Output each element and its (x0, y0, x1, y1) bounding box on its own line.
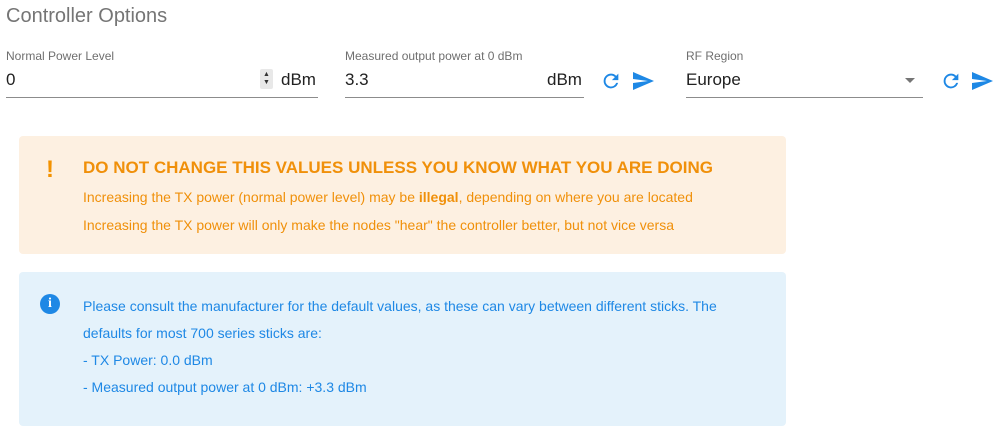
rf-region-underline (686, 97, 923, 98)
rf-region-value[interactable]: Europe (686, 70, 741, 90)
warning-line-1: Increasing the TX power (normal power le… (83, 189, 693, 205)
info-icon: i (40, 294, 60, 314)
info-alert: i Please consult the manufacturer for th… (19, 272, 786, 426)
warning-illegal-text: illegal (418, 189, 459, 205)
info-line-2: defaults for most 700 series sticks are: (83, 325, 322, 341)
warning-line-1-start: Increasing the TX power (normal power le… (83, 189, 419, 205)
rf-region-select[interactable]: RF Region Europe (686, 49, 923, 99)
normal-power-stepper[interactable]: ▲ ▼ (260, 69, 273, 89)
measured-power-label: Measured output power at 0 dBm (345, 49, 523, 63)
refresh-icon[interactable] (940, 70, 962, 92)
send-icon[interactable] (629, 69, 657, 93)
warning-line-1-end: , depending on where you are located (458, 189, 693, 205)
stepper-down-icon[interactable]: ▼ (263, 79, 270, 87)
measured-power-unit: dBm (547, 70, 582, 89)
normal-power-field[interactable]: Normal Power Level 0 ▲ ▼ dBm (6, 49, 318, 99)
measured-power-field[interactable]: Measured output power at 0 dBm 3.3 dBm (345, 49, 584, 99)
measured-power-underline (345, 97, 584, 98)
dropdown-arrow-icon[interactable] (905, 78, 915, 83)
warning-title: DO NOT CHANGE THIS VALUES UNLESS YOU KNO… (83, 158, 713, 177)
normal-power-label: Normal Power Level (6, 49, 115, 63)
normal-power-unit: dBm (281, 70, 316, 89)
refresh-icon[interactable] (600, 70, 622, 92)
stepper-up-icon[interactable]: ▲ (263, 71, 270, 79)
warning-line-2: Increasing the TX power will only make t… (83, 217, 674, 233)
rf-region-label: RF Region (686, 49, 744, 63)
section-title: Controller Options (6, 5, 168, 27)
exclamation-icon: ! (46, 156, 54, 183)
send-icon[interactable] (968, 69, 996, 93)
info-line-1: Please consult the manufacturer for the … (83, 298, 717, 314)
warning-alert: ! DO NOT CHANGE THIS VALUES UNLESS YOU K… (19, 136, 786, 254)
info-line-3: - TX Power: 0.0 dBm (83, 352, 213, 368)
normal-power-underline (6, 97, 318, 98)
normal-power-input[interactable]: 0 (6, 70, 15, 90)
info-line-4: - Measured output power at 0 dBm: +3.3 d… (83, 379, 367, 395)
measured-power-input[interactable]: 3.3 (345, 70, 369, 90)
